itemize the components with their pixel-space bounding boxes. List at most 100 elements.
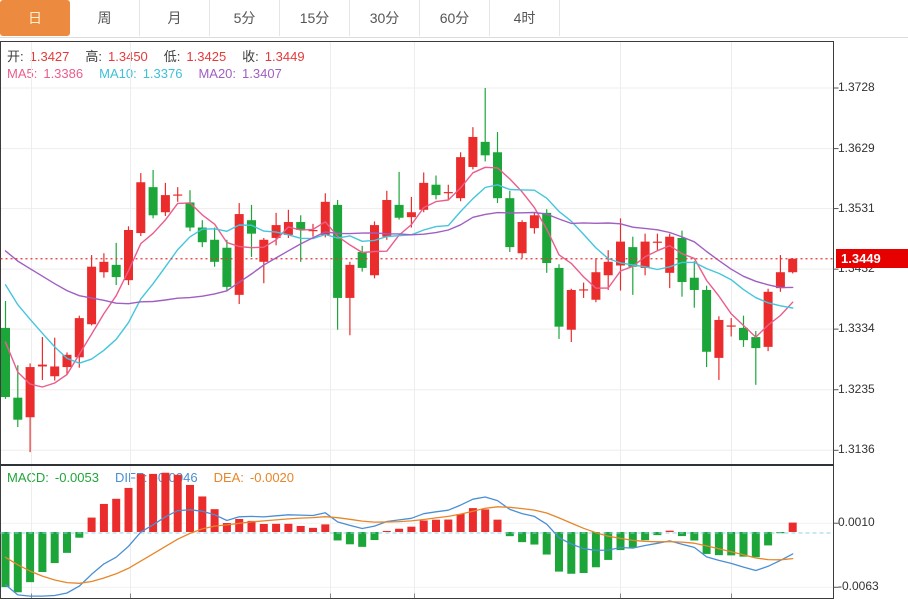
macd-bar xyxy=(358,532,366,547)
macd-bar xyxy=(444,520,452,532)
candle-down xyxy=(690,278,699,290)
candle-down xyxy=(542,213,551,263)
candle-up xyxy=(456,157,465,198)
candle-up xyxy=(345,265,354,298)
macd-bar xyxy=(112,499,120,532)
candle-up xyxy=(50,366,59,376)
candle-down xyxy=(395,205,404,218)
macd-bar xyxy=(481,509,489,532)
macd-bar xyxy=(764,532,772,545)
price-tick-label: 1.3728 xyxy=(838,80,875,94)
macd-bar xyxy=(407,527,415,532)
candle-up xyxy=(727,325,736,326)
candle-up xyxy=(161,195,170,212)
candle-down xyxy=(702,290,711,352)
macd-bar xyxy=(272,524,280,532)
candle-down xyxy=(112,265,121,277)
macd-bar xyxy=(420,521,428,532)
candle-up xyxy=(382,200,391,237)
candle-down xyxy=(333,205,342,298)
candle-down xyxy=(13,398,22,420)
candle-down xyxy=(481,142,490,155)
candle-up xyxy=(444,192,453,193)
candle-up xyxy=(518,222,527,253)
candle-up xyxy=(173,194,182,195)
candle-up xyxy=(124,230,133,280)
candle-up xyxy=(284,222,293,235)
macd-bar xyxy=(789,523,797,532)
price-tick-label: 1.3334 xyxy=(838,321,875,335)
macd-bar xyxy=(63,532,71,553)
candle-up xyxy=(776,272,785,288)
candle-up xyxy=(38,365,47,367)
candle-up xyxy=(604,262,613,275)
macd-bar xyxy=(186,485,194,532)
candle-up xyxy=(63,355,72,367)
macd-tick-label: -0.0063 xyxy=(838,579,879,593)
macd-bar xyxy=(211,509,219,532)
macd-bar xyxy=(457,514,465,532)
macd-bar xyxy=(198,496,206,532)
candle-up xyxy=(530,215,539,228)
macd-bar xyxy=(494,520,502,532)
candle-down xyxy=(555,268,564,327)
candle-down xyxy=(149,187,158,215)
candle-down xyxy=(358,252,367,268)
candle-down xyxy=(505,198,514,247)
candle-down xyxy=(493,152,502,198)
candle-down xyxy=(222,248,231,287)
candle-down xyxy=(751,337,760,348)
macd-bar xyxy=(703,532,711,554)
macd-bar xyxy=(161,473,169,532)
macd-bar xyxy=(666,531,674,532)
price-tick-label: 1.3629 xyxy=(838,141,875,155)
macd-bar xyxy=(321,524,329,532)
macd-bar xyxy=(100,504,108,532)
macd-bar xyxy=(51,532,59,563)
macd-bar xyxy=(740,532,748,557)
macd-bar xyxy=(260,524,268,532)
price-tick-label: 1.3531 xyxy=(838,201,875,215)
macd-bar xyxy=(38,532,46,572)
candle-up xyxy=(567,290,576,330)
candlestick-chart[interactable] xyxy=(0,0,908,600)
candle-up xyxy=(407,212,416,217)
candle-up xyxy=(26,367,35,417)
macd-bar xyxy=(125,488,133,532)
macd-bar xyxy=(543,532,551,555)
macd-bar xyxy=(309,528,317,532)
macd-bar xyxy=(284,524,292,532)
candle-up xyxy=(714,320,723,358)
candle-up xyxy=(75,318,84,357)
macd-bar xyxy=(88,518,96,532)
macd-bar xyxy=(346,532,354,544)
current-price-tag: 1.3449 xyxy=(836,249,908,268)
macd-bar xyxy=(395,529,403,532)
candle-down xyxy=(1,328,10,397)
candle-up xyxy=(764,292,773,347)
candle-up xyxy=(136,182,145,233)
macd-bar xyxy=(14,532,22,592)
macd-bar xyxy=(653,532,661,535)
candle-up xyxy=(468,137,477,167)
macd-bar xyxy=(567,532,575,574)
macd-bar xyxy=(383,531,391,532)
macd-tick-label: 0.0010 xyxy=(838,515,875,529)
macd-bar xyxy=(715,532,723,555)
macd-bar xyxy=(235,519,243,532)
candle-up xyxy=(579,289,588,290)
candle-up xyxy=(87,267,96,325)
macd-bar xyxy=(297,526,305,532)
macd-bar xyxy=(752,532,760,557)
macd-bar xyxy=(432,520,440,532)
candle-up xyxy=(99,262,108,272)
candle-down xyxy=(432,185,441,195)
macd-bar xyxy=(26,532,34,582)
candle-up xyxy=(653,242,662,243)
macd-bar xyxy=(530,532,538,545)
price-tick-label: 1.3136 xyxy=(838,442,875,456)
macd-bar xyxy=(137,474,145,532)
candle-down xyxy=(739,328,748,340)
macd-bar xyxy=(518,532,526,542)
candle-up xyxy=(788,259,797,272)
